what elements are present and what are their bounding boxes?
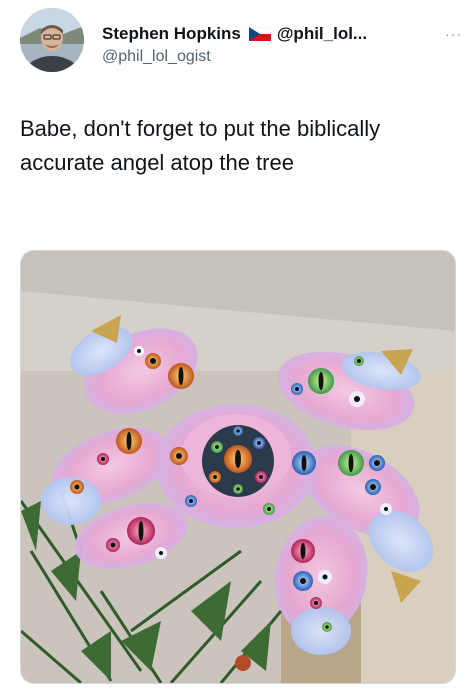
more-options-icon[interactable]: ··· xyxy=(445,26,462,42)
tweet-text: Babe, don't forget to put the biblically… xyxy=(20,116,381,175)
display-name[interactable]: Stephen Hopkins xyxy=(102,24,241,44)
author-name-row: Stephen Hopkins @phil_lol... xyxy=(102,22,367,46)
avatar[interactable] xyxy=(20,8,84,72)
handle-truncated[interactable]: @phil_lol... xyxy=(277,24,367,44)
czech-flag-icon xyxy=(248,27,271,41)
tweet-header: Stephen Hopkins @phil_lol... ··· @phil_l… xyxy=(20,8,462,78)
handle[interactable]: @phil_lol_ogist xyxy=(102,48,211,66)
tweet-image[interactable] xyxy=(20,250,456,684)
